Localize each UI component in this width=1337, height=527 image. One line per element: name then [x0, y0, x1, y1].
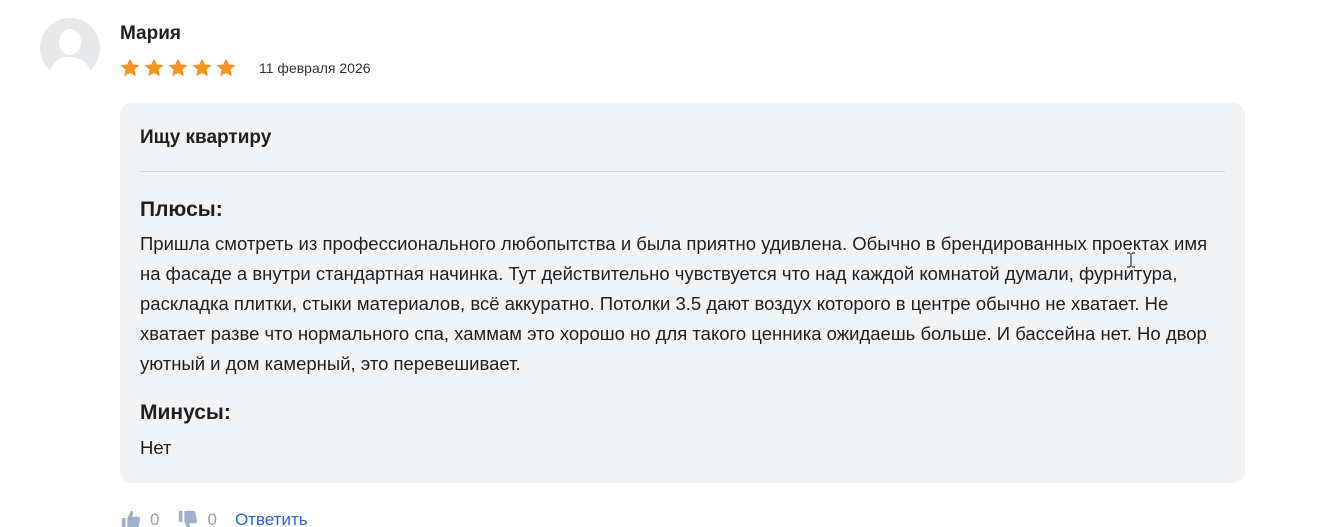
review-item: Мария 11 февраля 2026 Ищу квартиру Плюсы…: [0, 0, 1337, 527]
thumbs-down-icon: [179, 510, 198, 527]
review-actions: 0 0 Ответить: [120, 507, 308, 527]
cons-heading: Минусы:: [140, 401, 231, 424]
star-rating: [119, 57, 237, 79]
dislike-button[interactable]: 0: [177, 509, 217, 527]
review-date: 11 февраля 2026: [259, 60, 371, 76]
user-avatar-icon: [40, 18, 100, 78]
star-icon: [191, 57, 213, 79]
star-icon: [143, 57, 165, 79]
star-icon: [215, 57, 237, 79]
thumbs-up-icon: [121, 510, 141, 527]
dislike-count: 0: [207, 510, 217, 527]
author-name: Мария: [120, 23, 181, 44]
star-icon: [119, 57, 141, 79]
review-card: Ищу квартиру Плюсы: Пришла смотреть из п…: [120, 103, 1245, 483]
star-icon: [167, 57, 189, 79]
pros-heading: Плюсы:: [140, 198, 223, 221]
pros-text: Пришла смотреть из профессионального люб…: [140, 233, 1208, 374]
divider: [140, 171, 1225, 172]
avatar: [40, 18, 100, 78]
cons-text: Нет: [140, 437, 172, 458]
like-button[interactable]: 0: [120, 509, 159, 527]
text-cursor-icon: [1126, 252, 1136, 273]
reply-link[interactable]: Ответить: [235, 510, 308, 527]
like-count: 0: [150, 510, 160, 527]
review-title: Ищу квартиру: [140, 127, 272, 148]
